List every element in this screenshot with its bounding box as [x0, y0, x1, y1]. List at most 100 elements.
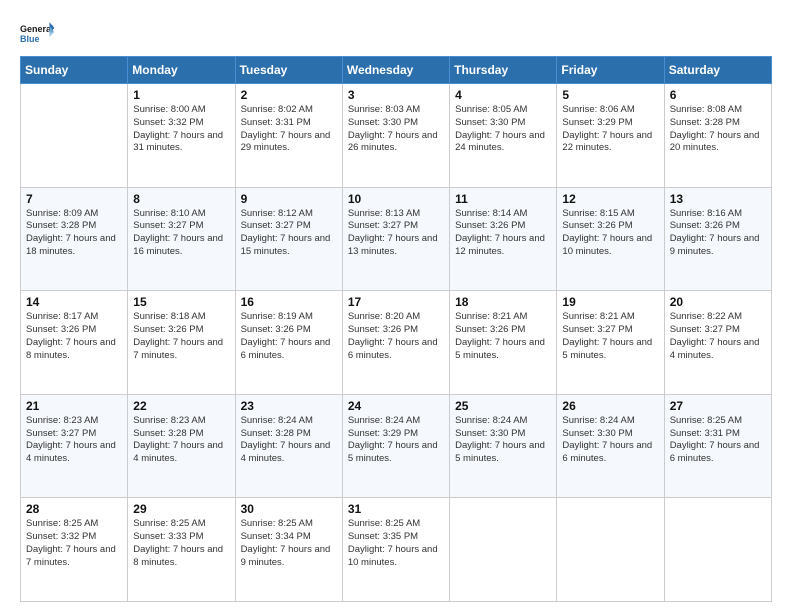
- cell-info: Sunrise: 8:17 AMSunset: 3:26 PMDaylight:…: [26, 311, 116, 360]
- day-of-week-header: Saturday: [664, 57, 771, 84]
- calendar-cell: 17Sunrise: 8:20 AMSunset: 3:26 PMDayligh…: [342, 291, 449, 395]
- calendar-week-row: 7Sunrise: 8:09 AMSunset: 3:28 PMDaylight…: [21, 187, 772, 291]
- cell-info: Sunrise: 8:09 AMSunset: 3:28 PMDaylight:…: [26, 208, 116, 257]
- day-number: 15: [133, 295, 229, 309]
- calendar-cell: 4 Sunrise: 8:05 AMSunset: 3:30 PMDaylight…: [450, 84, 557, 188]
- day-of-week-header: Tuesday: [235, 57, 342, 84]
- calendar-table: SundayMondayTuesdayWednesdayThursdayFrid…: [20, 56, 772, 602]
- cell-info: Sunrise: 8:18 AMSunset: 3:26 PMDaylight:…: [133, 311, 223, 360]
- cell-info: Sunrise: 8:19 AMSunset: 3:26 PMDaylight:…: [241, 311, 331, 360]
- calendar-cell: [557, 498, 664, 602]
- day-number: 4: [455, 88, 551, 102]
- cell-info: Sunrise: 8:24 AMSunset: 3:29 PMDaylight:…: [348, 415, 438, 464]
- cell-info: Sunrise: 8:23 AMSunset: 3:28 PMDaylight:…: [133, 415, 223, 464]
- day-of-week-header: Sunday: [21, 57, 128, 84]
- calendar-cell: 15 Sunrise: 8:18 AMSunset: 3:26 PMDayligh…: [128, 291, 235, 395]
- cell-info: Sunrise: 8:13 AMSunset: 3:27 PMDaylight:…: [348, 208, 438, 257]
- calendar-week-row: 28 Sunrise: 8:25 AMSunset: 3:32 PMDayligh…: [21, 498, 772, 602]
- calendar-cell: 24Sunrise: 8:24 AMSunset: 3:29 PMDayligh…: [342, 394, 449, 498]
- cell-info: Sunrise: 8:14 AMSunset: 3:26 PMDaylight:…: [455, 208, 545, 257]
- calendar-cell: 9 Sunrise: 8:12 AMSunset: 3:27 PMDaylight…: [235, 187, 342, 291]
- cell-info: Sunrise: 8:06 AMSunset: 3:29 PMDaylight:…: [562, 104, 652, 153]
- day-number: 3: [348, 88, 444, 102]
- cell-info: Sunrise: 8:25 AMSunset: 3:32 PMDaylight:…: [26, 518, 116, 567]
- day-number: 11: [455, 192, 551, 206]
- svg-text:Blue: Blue: [20, 34, 40, 44]
- calendar-cell: 14 Sunrise: 8:17 AMSunset: 3:26 PMDayligh…: [21, 291, 128, 395]
- calendar-cell: 19 Sunrise: 8:21 AMSunset: 3:27 PMDayligh…: [557, 291, 664, 395]
- day-number: 19: [562, 295, 658, 309]
- cell-info: Sunrise: 8:23 AMSunset: 3:27 PMDaylight:…: [26, 415, 116, 464]
- day-number: 28: [26, 502, 122, 516]
- cell-info: Sunrise: 8:25 AMSunset: 3:35 PMDaylight:…: [348, 518, 438, 567]
- day-number: 6: [670, 88, 766, 102]
- svg-text:General: General: [20, 24, 54, 34]
- calendar-cell: 30Sunrise: 8:25 AMSunset: 3:34 PMDayligh…: [235, 498, 342, 602]
- calendar-cell: 6 Sunrise: 8:08 AMSunset: 3:28 PMDaylight…: [664, 84, 771, 188]
- day-number: 26: [562, 399, 658, 413]
- calendar-cell: 25Sunrise: 8:24 AMSunset: 3:30 PMDayligh…: [450, 394, 557, 498]
- calendar-header-row: SundayMondayTuesdayWednesdayThursdayFrid…: [21, 57, 772, 84]
- day-number: 12: [562, 192, 658, 206]
- calendar-cell: 29Sunrise: 8:25 AMSunset: 3:33 PMDayligh…: [128, 498, 235, 602]
- calendar-cell: 26 Sunrise: 8:24 AMSunset: 3:30 PMDayligh…: [557, 394, 664, 498]
- day-number: 14: [26, 295, 122, 309]
- calendar-cell: 5 Sunrise: 8:06 AMSunset: 3:29 PMDaylight…: [557, 84, 664, 188]
- day-number: 27: [670, 399, 766, 413]
- cell-info: Sunrise: 8:02 AMSunset: 3:31 PMDaylight:…: [241, 104, 331, 153]
- calendar-cell: 3 Sunrise: 8:03 AMSunset: 3:30 PMDaylight…: [342, 84, 449, 188]
- calendar-cell: 8 Sunrise: 8:10 AMSunset: 3:27 PMDaylight…: [128, 187, 235, 291]
- calendar-cell: 2 Sunrise: 8:02 AMSunset: 3:31 PMDaylight…: [235, 84, 342, 188]
- day-number: 25: [455, 399, 551, 413]
- calendar-cell: 31 Sunrise: 8:25 AMSunset: 3:35 PMDayligh…: [342, 498, 449, 602]
- calendar-week-row: 1Sunrise: 8:00 AMSunset: 3:32 PMDaylight…: [21, 84, 772, 188]
- cell-info: Sunrise: 8:05 AMSunset: 3:30 PMDaylight:…: [455, 104, 545, 153]
- day-number: 22: [133, 399, 229, 413]
- calendar-cell: 28 Sunrise: 8:25 AMSunset: 3:32 PMDayligh…: [21, 498, 128, 602]
- cell-info: Sunrise: 8:21 AMSunset: 3:27 PMDaylight:…: [562, 311, 652, 360]
- day-number: 16: [241, 295, 337, 309]
- cell-info: Sunrise: 8:25 AMSunset: 3:31 PMDaylight:…: [670, 415, 760, 464]
- cell-info: Sunrise: 8:03 AMSunset: 3:30 PMDaylight:…: [348, 104, 438, 153]
- cell-info: Sunrise: 8:25 AMSunset: 3:34 PMDaylight:…: [241, 518, 331, 567]
- calendar-week-row: 21Sunrise: 8:23 AMSunset: 3:27 PMDayligh…: [21, 394, 772, 498]
- calendar-week-row: 14 Sunrise: 8:17 AMSunset: 3:26 PMDayligh…: [21, 291, 772, 395]
- day-number: 2: [241, 88, 337, 102]
- calendar-cell: [21, 84, 128, 188]
- cell-info: Sunrise: 8:16 AMSunset: 3:26 PMDaylight:…: [670, 208, 760, 257]
- cell-info: Sunrise: 8:00 AMSunset: 3:32 PMDaylight:…: [133, 104, 223, 153]
- cell-info: Sunrise: 8:10 AMSunset: 3:27 PMDaylight:…: [133, 208, 223, 257]
- calendar-cell: 27 Sunrise: 8:25 AMSunset: 3:31 PMDayligh…: [664, 394, 771, 498]
- cell-info: Sunrise: 8:24 AMSunset: 3:30 PMDaylight:…: [562, 415, 652, 464]
- day-of-week-header: Friday: [557, 57, 664, 84]
- calendar-cell: 18 Sunrise: 8:21 AMSunset: 3:26 PMDayligh…: [450, 291, 557, 395]
- cell-info: Sunrise: 8:22 AMSunset: 3:27 PMDaylight:…: [670, 311, 760, 360]
- header: General Blue: [20, 18, 772, 46]
- day-number: 9: [241, 192, 337, 206]
- day-number: 13: [670, 192, 766, 206]
- calendar-cell: 21Sunrise: 8:23 AMSunset: 3:27 PMDayligh…: [21, 394, 128, 498]
- day-number: 8: [133, 192, 229, 206]
- cell-info: Sunrise: 8:15 AMSunset: 3:26 PMDaylight:…: [562, 208, 652, 257]
- calendar-cell: 12 Sunrise: 8:15 AMSunset: 3:26 PMDayligh…: [557, 187, 664, 291]
- day-number: 20: [670, 295, 766, 309]
- calendar-cell: 7Sunrise: 8:09 AMSunset: 3:28 PMDaylight…: [21, 187, 128, 291]
- day-number: 10: [348, 192, 444, 206]
- cell-info: Sunrise: 8:08 AMSunset: 3:28 PMDaylight:…: [670, 104, 760, 153]
- calendar-cell: 22 Sunrise: 8:23 AMSunset: 3:28 PMDayligh…: [128, 394, 235, 498]
- calendar-cell: 1Sunrise: 8:00 AMSunset: 3:32 PMDaylight…: [128, 84, 235, 188]
- logo: General Blue: [20, 18, 56, 46]
- day-number: 23: [241, 399, 337, 413]
- calendar-cell: 16 Sunrise: 8:19 AMSunset: 3:26 PMDayligh…: [235, 291, 342, 395]
- day-number: 5: [562, 88, 658, 102]
- cell-info: Sunrise: 8:21 AMSunset: 3:26 PMDaylight:…: [455, 311, 545, 360]
- day-number: 18: [455, 295, 551, 309]
- page: General Blue SundayMondayTuesdayWednesda…: [0, 0, 792, 612]
- calendar-cell: [664, 498, 771, 602]
- cell-info: Sunrise: 8:24 AMSunset: 3:28 PMDaylight:…: [241, 415, 331, 464]
- calendar-cell: 20 Sunrise: 8:22 AMSunset: 3:27 PMDayligh…: [664, 291, 771, 395]
- day-of-week-header: Thursday: [450, 57, 557, 84]
- calendar-cell: [450, 498, 557, 602]
- cell-info: Sunrise: 8:12 AMSunset: 3:27 PMDaylight:…: [241, 208, 331, 257]
- day-number: 31: [348, 502, 444, 516]
